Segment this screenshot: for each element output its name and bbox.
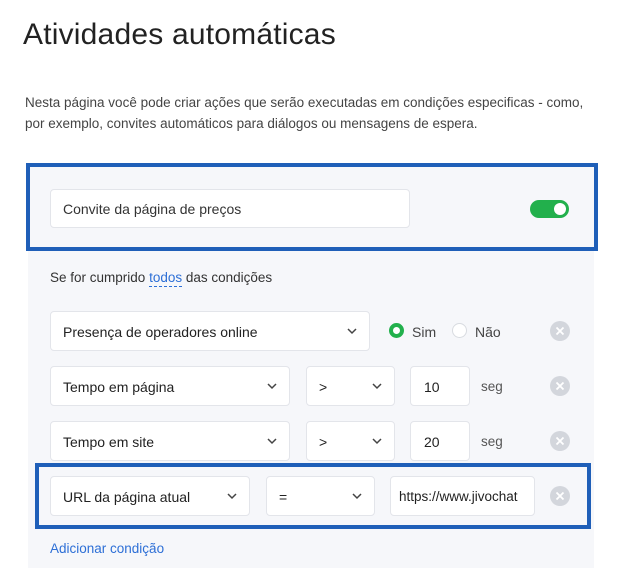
radio-no[interactable] bbox=[452, 323, 467, 338]
chevron-down-icon bbox=[347, 328, 357, 335]
condition-2-operator: > bbox=[319, 379, 328, 395]
conditions-suffix: das condições bbox=[185, 270, 273, 285]
condition-3-operator: > bbox=[319, 434, 328, 450]
condition-3-value-input[interactable]: 20 bbox=[410, 421, 470, 461]
page-title: Atividades automáticas bbox=[23, 18, 336, 51]
condition-1-field-select[interactable]: Presença de operadores online bbox=[50, 311, 370, 351]
condition-3-field-label: Tempo em site bbox=[63, 434, 155, 450]
condition-3-unit: seg bbox=[481, 434, 503, 449]
conditions-prefix: Se for cumprido bbox=[50, 270, 146, 285]
conditions-mode-link[interactable]: todos bbox=[149, 270, 183, 287]
radio-no-label: Não bbox=[475, 324, 501, 340]
highlight-box-rule-name bbox=[26, 163, 598, 251]
condition-2-operator-select[interactable]: > bbox=[306, 366, 395, 406]
radio-yes[interactable] bbox=[389, 323, 404, 338]
chevron-down-icon bbox=[267, 383, 277, 390]
add-condition-link[interactable]: Adicionar condição bbox=[50, 541, 164, 556]
condition-1-field-label: Presença de operadores online bbox=[63, 324, 258, 340]
remove-condition-3-icon[interactable] bbox=[550, 431, 570, 451]
chevron-down-icon bbox=[372, 383, 382, 390]
radio-yes-label: Sim bbox=[412, 324, 437, 340]
condition-2-field-label: Tempo em página bbox=[63, 379, 175, 395]
highlight-box-url-condition bbox=[35, 463, 591, 529]
condition-3-operator-select[interactable]: > bbox=[306, 421, 395, 461]
condition-2-unit: seg bbox=[481, 379, 503, 394]
remove-condition-1-icon[interactable] bbox=[550, 321, 570, 341]
condition-3-field-select[interactable]: Tempo em site bbox=[50, 421, 290, 461]
condition-2-field-select[interactable]: Tempo em página bbox=[50, 366, 290, 406]
conditions-header: Se for cumprido todos das condições bbox=[50, 270, 273, 287]
condition-2-value-input[interactable]: 10 bbox=[410, 366, 470, 406]
chevron-down-icon bbox=[267, 438, 277, 445]
page-description: Nesta página você pode criar ações que s… bbox=[25, 95, 584, 131]
chevron-down-icon bbox=[372, 438, 382, 445]
remove-condition-2-icon[interactable] bbox=[550, 376, 570, 396]
